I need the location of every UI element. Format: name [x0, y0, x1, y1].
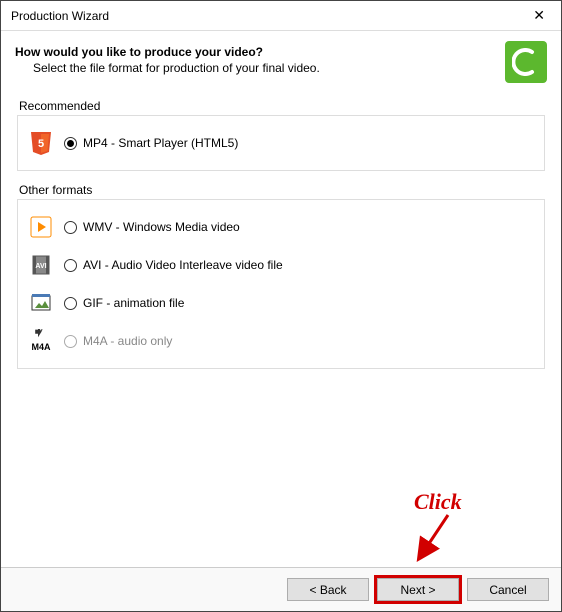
radio-icon [64, 259, 77, 272]
svg-text:AVI: AVI [35, 263, 46, 270]
option-label: MP4 - Smart Player (HTML5) [83, 136, 238, 150]
cancel-button[interactable]: Cancel [467, 578, 549, 601]
option-m4a: M4A M4A - audio only [28, 322, 534, 360]
radio-wmv[interactable]: WMV - Windows Media video [64, 220, 240, 234]
camtasia-logo-icon [505, 41, 547, 83]
radio-icon [64, 297, 77, 310]
header-subtext: Select the file format for production of… [33, 61, 320, 75]
window-title: Production Wizard [11, 9, 109, 23]
footer: < Back Next > Cancel [1, 567, 561, 611]
option-wmv[interactable]: WMV - Windows Media video [28, 208, 534, 246]
radio-m4a: M4A - audio only [64, 334, 172, 348]
radio-icon [64, 137, 77, 150]
next-button[interactable]: Next > [377, 578, 459, 601]
option-label: AVI - Audio Video Interleave video file [83, 258, 283, 272]
annotation-click-text: Click [414, 489, 462, 515]
option-avi[interactable]: AVI AVI - Audio Video Interleave video f… [28, 246, 534, 284]
option-label: GIF - animation file [83, 296, 184, 310]
recommended-group: 5 MP4 - Smart Player (HTML5) [17, 115, 545, 171]
titlebar: Production Wizard ✕ [1, 1, 561, 31]
radio-mp4[interactable]: MP4 - Smart Player (HTML5) [64, 136, 238, 150]
header-text: How would you like to produce your video… [15, 41, 320, 75]
header: How would you like to produce your video… [1, 31, 561, 93]
gif-icon [28, 290, 54, 316]
m4a-icon: M4A [28, 328, 54, 354]
svg-text:M4A: M4A [31, 342, 51, 352]
recommended-label: Recommended [19, 99, 545, 113]
radio-gif[interactable]: GIF - animation file [64, 296, 184, 310]
option-mp4[interactable]: 5 MP4 - Smart Player (HTML5) [28, 124, 534, 162]
header-heading: How would you like to produce your video… [15, 45, 320, 59]
radio-icon [64, 221, 77, 234]
close-icon[interactable]: ✕ [525, 5, 553, 26]
svg-text:5: 5 [38, 138, 44, 150]
content-area: Recommended 5 MP4 - Smart Player (HTML5)… [1, 93, 561, 387]
other-formats-label: Other formats [19, 183, 545, 197]
wmv-icon [28, 214, 54, 240]
option-label: WMV - Windows Media video [83, 220, 240, 234]
annotation-arrow-icon [406, 511, 456, 566]
option-gif[interactable]: GIF - animation file [28, 284, 534, 322]
radio-avi[interactable]: AVI - Audio Video Interleave video file [64, 258, 283, 272]
option-label: M4A - audio only [83, 334, 172, 348]
radio-icon [64, 335, 77, 348]
other-formats-group: WMV - Windows Media video AVI AVI - Audi… [17, 199, 545, 369]
window: Production Wizard ✕ How would you like t… [0, 0, 562, 612]
back-button[interactable]: < Back [287, 578, 369, 601]
avi-icon: AVI [28, 252, 54, 278]
html5-icon: 5 [28, 130, 54, 156]
